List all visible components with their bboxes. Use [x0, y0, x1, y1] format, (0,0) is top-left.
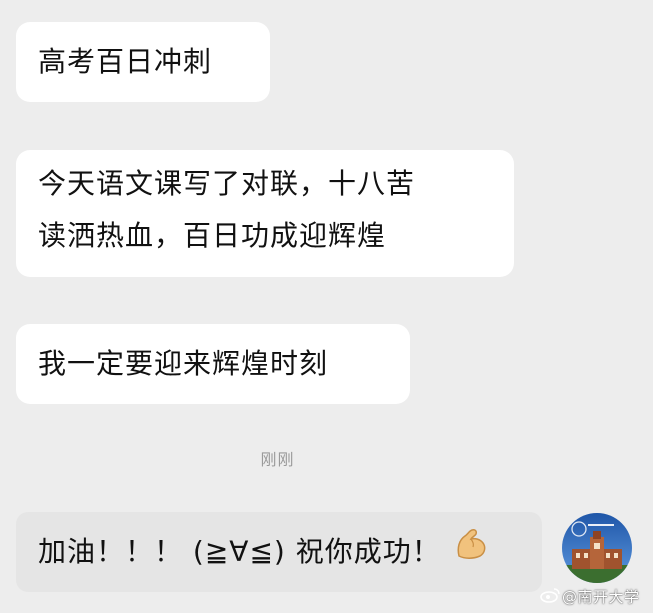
- message-bubble[interactable]: 高考百日冲刺: [16, 22, 270, 102]
- message-text-line: 读洒热血，百日功成迎辉煌: [38, 219, 387, 252]
- chat-screen: 高考百日冲刺 今天语文课写了对联，十八苦 读洒热血，百日功成迎辉煌 我一定要迎来…: [0, 0, 653, 613]
- weibo-icon: [540, 587, 560, 607]
- message-text: 高考百日冲刺: [38, 45, 213, 78]
- watermark-text: @南开大学: [562, 588, 640, 606]
- message-text: 我一定要迎来辉煌时刻: [38, 347, 329, 380]
- message-bubble[interactable]: 我一定要迎来辉煌时刻: [16, 324, 410, 404]
- message-bubble[interactable]: 今天语文课写了对联，十八苦 读洒热血，百日功成迎辉煌: [16, 150, 514, 277]
- reply-text: 加油！！！ (≧∀≦) 祝你成功！: [38, 535, 441, 568]
- avatar[interactable]: [562, 513, 632, 583]
- message-timestamp: 刚刚: [260, 450, 295, 469]
- watermark: @南开大学: [540, 586, 640, 607]
- flexed-biceps-icon: [453, 526, 491, 579]
- reply-bubble[interactable]: 加油！！！ (≧∀≦) 祝你成功！: [16, 512, 542, 592]
- message-text-line: 今天语文课写了对联，十八苦: [38, 167, 416, 200]
